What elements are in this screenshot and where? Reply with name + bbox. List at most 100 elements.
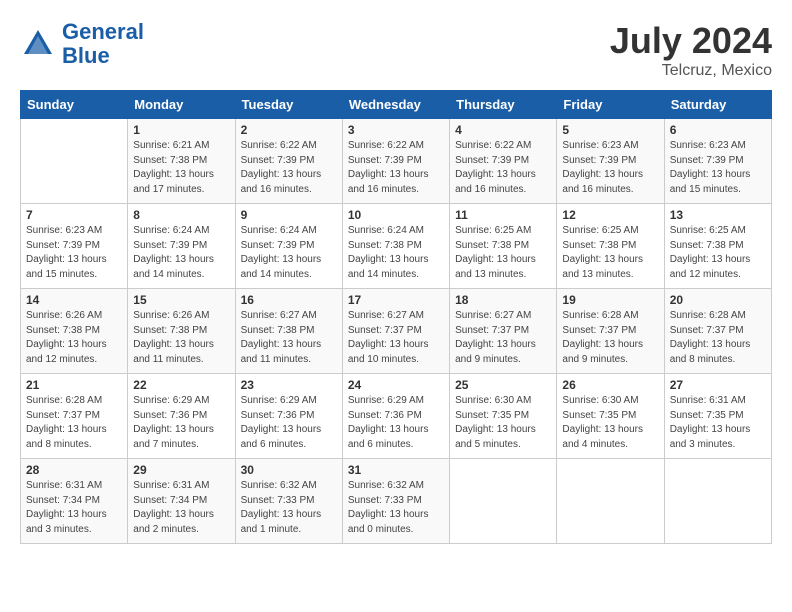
- day-number: 6: [670, 123, 766, 137]
- day-cell: 5 Sunrise: 6:23 AM Sunset: 7:39 PM Daylig…: [557, 119, 664, 204]
- header-cell-wednesday: Wednesday: [342, 91, 449, 119]
- day-info: Sunrise: 6:26 AM Sunset: 7:38 PM Dayligh…: [133, 309, 229, 367]
- day-info: Sunrise: 6:31 AM Sunset: 7:34 PM Dayligh…: [133, 479, 229, 537]
- calendar-body: 1Sunrise: 6:21 AM Sunset: 7:38 PM Daylig…: [21, 119, 772, 544]
- day-number: 2: [241, 123, 337, 137]
- logo-line1: General: [62, 19, 144, 44]
- day-number: 5: [562, 123, 658, 137]
- day-cell: 28 Sunrise: 6:31 AM Sunset: 7:34 PM Dayli…: [21, 459, 128, 544]
- calendar-table: SundayMondayTuesdayWednesdayThursdayFrid…: [20, 90, 772, 544]
- logo-icon: [20, 26, 56, 62]
- day-cell: 1Sunrise: 6:21 AM Sunset: 7:38 PM Daylig…: [128, 119, 235, 204]
- day-cell: 19 Sunrise: 6:28 AM Sunset: 7:37 PM Dayli…: [557, 289, 664, 374]
- day-cell: [21, 119, 128, 204]
- week-row-5: 28 Sunrise: 6:31 AM Sunset: 7:34 PM Dayli…: [21, 459, 772, 544]
- day-info: Sunrise: 6:28 AM Sunset: 7:37 PM Dayligh…: [562, 309, 658, 367]
- day-number: 26: [562, 378, 658, 392]
- day-number: 27: [670, 378, 766, 392]
- day-cell: 22 Sunrise: 6:29 AM Sunset: 7:36 PM Dayli…: [128, 374, 235, 459]
- day-cell: 24 Sunrise: 6:29 AM Sunset: 7:36 PM Dayli…: [342, 374, 449, 459]
- header-cell-thursday: Thursday: [450, 91, 557, 119]
- day-cell: [557, 459, 664, 544]
- day-number: 18: [455, 293, 551, 307]
- day-cell: 26Sunrise: 6:30 AM Sunset: 7:35 PM Dayli…: [557, 374, 664, 459]
- day-cell: 21 Sunrise: 6:28 AM Sunset: 7:37 PM Dayli…: [21, 374, 128, 459]
- day-number: 30: [241, 463, 337, 477]
- day-number: 11: [455, 208, 551, 222]
- day-info: Sunrise: 6:28 AM Sunset: 7:37 PM Dayligh…: [26, 394, 122, 452]
- day-info: Sunrise: 6:24 AM Sunset: 7:38 PM Dayligh…: [348, 224, 444, 282]
- week-row-3: 14 Sunrise: 6:26 AM Sunset: 7:38 PM Dayli…: [21, 289, 772, 374]
- day-info: Sunrise: 6:32 AM Sunset: 7:33 PM Dayligh…: [348, 479, 444, 537]
- day-info: Sunrise: 6:23 AM Sunset: 7:39 PM Dayligh…: [670, 139, 766, 197]
- day-cell: 9Sunrise: 6:24 AM Sunset: 7:39 PM Daylig…: [235, 204, 342, 289]
- day-info: Sunrise: 6:23 AM Sunset: 7:39 PM Dayligh…: [562, 139, 658, 197]
- header-cell-monday: Monday: [128, 91, 235, 119]
- day-number: 17: [348, 293, 444, 307]
- header-cell-friday: Friday: [557, 91, 664, 119]
- day-cell: 6 Sunrise: 6:23 AM Sunset: 7:39 PM Daylig…: [664, 119, 771, 204]
- day-cell: 14 Sunrise: 6:26 AM Sunset: 7:38 PM Dayli…: [21, 289, 128, 374]
- day-number: 31: [348, 463, 444, 477]
- day-number: 4: [455, 123, 551, 137]
- day-info: Sunrise: 6:24 AM Sunset: 7:39 PM Dayligh…: [133, 224, 229, 282]
- location: Telcruz, Mexico: [610, 62, 772, 80]
- day-cell: [450, 459, 557, 544]
- day-cell: 12Sunrise: 6:25 AM Sunset: 7:38 PM Dayli…: [557, 204, 664, 289]
- day-cell: 17 Sunrise: 6:27 AM Sunset: 7:37 PM Dayli…: [342, 289, 449, 374]
- day-cell: 11Sunrise: 6:25 AM Sunset: 7:38 PM Dayli…: [450, 204, 557, 289]
- day-number: 21: [26, 378, 122, 392]
- day-cell: 23Sunrise: 6:29 AM Sunset: 7:36 PM Dayli…: [235, 374, 342, 459]
- day-number: 16: [241, 293, 337, 307]
- page-header: General Blue July 2024 Telcruz, Mexico: [20, 20, 772, 80]
- logo-text: General Blue: [62, 20, 144, 68]
- day-cell: 8Sunrise: 6:24 AM Sunset: 7:39 PM Daylig…: [128, 204, 235, 289]
- day-info: Sunrise: 6:26 AM Sunset: 7:38 PM Dayligh…: [26, 309, 122, 367]
- day-info: Sunrise: 6:25 AM Sunset: 7:38 PM Dayligh…: [670, 224, 766, 282]
- day-number: 1: [133, 123, 229, 137]
- day-number: 14: [26, 293, 122, 307]
- day-info: Sunrise: 6:29 AM Sunset: 7:36 PM Dayligh…: [348, 394, 444, 452]
- day-info: Sunrise: 6:31 AM Sunset: 7:34 PM Dayligh…: [26, 479, 122, 537]
- day-info: Sunrise: 6:27 AM Sunset: 7:38 PM Dayligh…: [241, 309, 337, 367]
- day-info: Sunrise: 6:22 AM Sunset: 7:39 PM Dayligh…: [455, 139, 551, 197]
- month-year: July 2024: [610, 20, 772, 62]
- day-info: Sunrise: 6:22 AM Sunset: 7:39 PM Dayligh…: [241, 139, 337, 197]
- day-number: 13: [670, 208, 766, 222]
- day-cell: 10Sunrise: 6:24 AM Sunset: 7:38 PM Dayli…: [342, 204, 449, 289]
- day-number: 15: [133, 293, 229, 307]
- day-cell: 29Sunrise: 6:31 AM Sunset: 7:34 PM Dayli…: [128, 459, 235, 544]
- day-number: 22: [133, 378, 229, 392]
- day-info: Sunrise: 6:25 AM Sunset: 7:38 PM Dayligh…: [562, 224, 658, 282]
- week-row-4: 21 Sunrise: 6:28 AM Sunset: 7:37 PM Dayli…: [21, 374, 772, 459]
- day-cell: 31 Sunrise: 6:32 AM Sunset: 7:33 PM Dayli…: [342, 459, 449, 544]
- header-cell-saturday: Saturday: [664, 91, 771, 119]
- day-number: 23: [241, 378, 337, 392]
- day-info: Sunrise: 6:32 AM Sunset: 7:33 PM Dayligh…: [241, 479, 337, 537]
- day-cell: 27Sunrise: 6:31 AM Sunset: 7:35 PM Dayli…: [664, 374, 771, 459]
- logo-line2: Blue: [62, 43, 110, 68]
- day-info: Sunrise: 6:27 AM Sunset: 7:37 PM Dayligh…: [348, 309, 444, 367]
- day-number: 7: [26, 208, 122, 222]
- header-cell-tuesday: Tuesday: [235, 91, 342, 119]
- title-block: July 2024 Telcruz, Mexico: [610, 20, 772, 80]
- day-cell: 20Sunrise: 6:28 AM Sunset: 7:37 PM Dayli…: [664, 289, 771, 374]
- day-number: 20: [670, 293, 766, 307]
- day-info: Sunrise: 6:22 AM Sunset: 7:39 PM Dayligh…: [348, 139, 444, 197]
- day-number: 24: [348, 378, 444, 392]
- day-info: Sunrise: 6:29 AM Sunset: 7:36 PM Dayligh…: [133, 394, 229, 452]
- day-number: 28: [26, 463, 122, 477]
- day-cell: 3 Sunrise: 6:22 AM Sunset: 7:39 PM Daylig…: [342, 119, 449, 204]
- day-info: Sunrise: 6:30 AM Sunset: 7:35 PM Dayligh…: [455, 394, 551, 452]
- day-cell: 25Sunrise: 6:30 AM Sunset: 7:35 PM Dayli…: [450, 374, 557, 459]
- day-info: Sunrise: 6:27 AM Sunset: 7:37 PM Dayligh…: [455, 309, 551, 367]
- day-cell: 16 Sunrise: 6:27 AM Sunset: 7:38 PM Dayli…: [235, 289, 342, 374]
- week-row-2: 7Sunrise: 6:23 AM Sunset: 7:39 PM Daylig…: [21, 204, 772, 289]
- calendar-header-row: SundayMondayTuesdayWednesdayThursdayFrid…: [21, 91, 772, 119]
- day-number: 19: [562, 293, 658, 307]
- day-cell: 2 Sunrise: 6:22 AM Sunset: 7:39 PM Daylig…: [235, 119, 342, 204]
- day-cell: 4 Sunrise: 6:22 AM Sunset: 7:39 PM Daylig…: [450, 119, 557, 204]
- day-number: 3: [348, 123, 444, 137]
- day-cell: 7Sunrise: 6:23 AM Sunset: 7:39 PM Daylig…: [21, 204, 128, 289]
- day-info: Sunrise: 6:24 AM Sunset: 7:39 PM Dayligh…: [241, 224, 337, 282]
